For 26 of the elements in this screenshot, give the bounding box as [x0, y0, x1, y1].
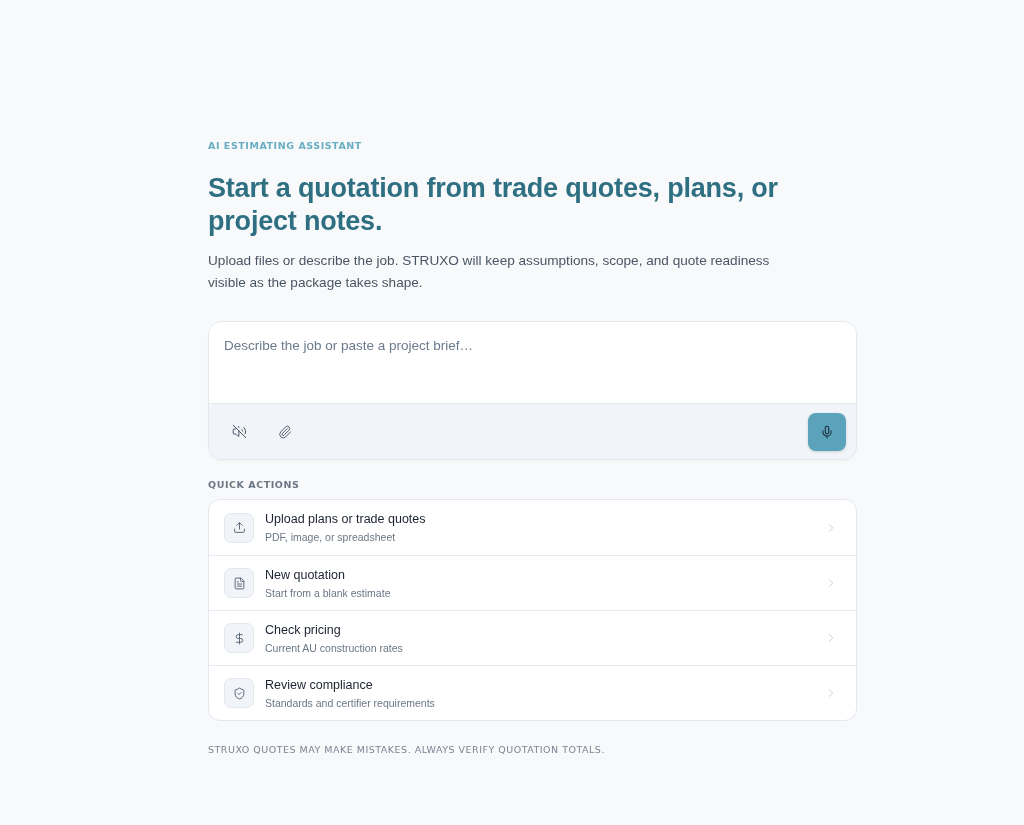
microphone-button[interactable] [808, 412, 846, 451]
action-title: Review compliance [265, 676, 373, 693]
muted-speaker-icon [231, 424, 247, 439]
upload-icon [232, 521, 246, 534]
action-title: New quotation [265, 566, 345, 583]
brief-input-field[interactable]: Describe the job or paste a project brief… [209, 322, 856, 403]
eyebrow-label: AI ESTIMATING ASSISTANT [208, 140, 362, 152]
action-subtitle: Start from a blank estimate [265, 585, 391, 600]
page-heading: Start a quotation from trade quotes, plans, or project notes. [208, 172, 779, 238]
action-subtitle: Current AU construction rates [265, 640, 403, 655]
action-subtitle: PDF, image, or spreadsheet [265, 530, 396, 544]
intro-paragraph: Upload files or describe the job. STRUXO will keep assumptions, scope, and quote readiness visible as the package takes shape. [208, 252, 771, 292]
quick-action-item[interactable]: Upload plans or trade quotes PDF, image, or spreadsheet [209, 500, 856, 555]
quick-action-item[interactable]: New quotation Start from a blank estimate [209, 555, 856, 610]
action-subtitle: Standards and certifier requirements [265, 695, 435, 710]
section-label: QUICK ACTIONS [208, 479, 300, 491]
quick-action-item[interactable]: Review compliance Standards and certifier requirements [209, 665, 856, 720]
document-icon [232, 576, 246, 590]
disclaimer-text: STRUXO QUOTES MAY MAKE MISTAKES. ALWAYS VERIFY QUOTATION TOTALS. [208, 744, 605, 756]
action-title: Check pricing [265, 621, 341, 638]
quick-action-item[interactable]: Check pricing Current AU construction rates [209, 610, 856, 665]
composer-field[interactable]: Describe the job or paste a project brief… [208, 321, 857, 460]
action-title: Upload plans or trade quotes [265, 511, 426, 527]
shield-check-icon [232, 686, 246, 700]
microphone-icon [820, 424, 834, 439]
paperclip-icon [278, 424, 292, 439]
